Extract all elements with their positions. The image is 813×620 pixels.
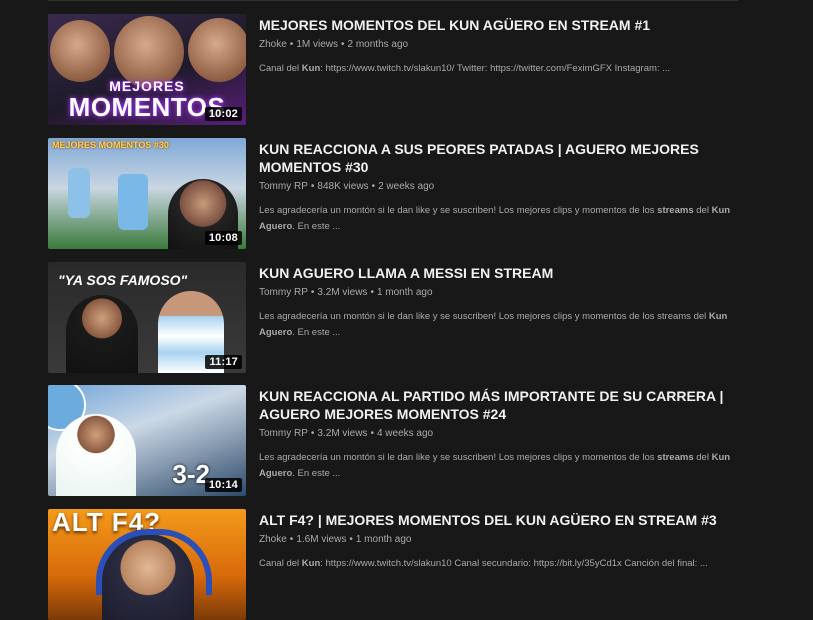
video-duration: 10:02 [204, 107, 242, 121]
view-count: 848K views [317, 181, 369, 192]
desc-text: . En este ... [292, 221, 341, 232]
video-info: KUN AGUERO LLAMA A MESSI EN STREAM Tommy… [259, 264, 737, 341]
thumbnail-text: MEJORES MOMENTOS #30 [52, 140, 169, 150]
meta-separator: • [310, 287, 315, 298]
video-result[interactable]: ALT F4? ALT F4? | MEJORES MOMENTOS DEL K… [48, 509, 738, 620]
desc-text: Les agradecería un montón si le dan like… [259, 452, 658, 463]
desc-text: : https://www.twitch.tv/slakun10/ Twitte… [320, 63, 671, 74]
meta-separator: • [341, 39, 345, 50]
thumbnail-face [188, 18, 246, 82]
thumbnail-player [68, 168, 90, 218]
meta-separator: • [370, 428, 374, 439]
channel-name[interactable]: Zhoke [259, 39, 287, 50]
desc-highlight: streams [657, 205, 694, 216]
meta-separator: • [371, 181, 376, 192]
video-meta: Tommy RP • 848K views • 2 weeks ago [259, 180, 737, 193]
upload-age: 1 month ago [376, 287, 433, 298]
thumbnail-person [56, 414, 136, 496]
video-info: MEJORES MOMENTOS DEL KUN AGÜERO EN STREA… [259, 16, 737, 77]
meta-separator: • [289, 39, 294, 50]
video-title[interactable]: ALT F4? | MEJORES MOMENTOS DEL KUN AGÜER… [259, 511, 737, 529]
video-meta: Zhoke • 1M views • 2 months ago [259, 38, 737, 51]
top-divider [48, 0, 738, 1]
channel-name[interactable]: Zhoke [259, 534, 287, 545]
video-duration: 10:14 [204, 478, 242, 492]
meta-separator: • [310, 428, 315, 439]
video-info: KUN REACCIONA A SUS PEORES PATADAS | AGU… [259, 140, 737, 235]
video-description: Canal del Kun: https://www.twitch.tv/sla… [259, 61, 737, 77]
view-count: 1.6M views [296, 534, 347, 545]
video-result[interactable]: MEJORES MOMENTOS 10:02 MEJORES MOMENTOS … [48, 14, 738, 125]
video-info: ALT F4? | MEJORES MOMENTOS DEL KUN AGÜER… [259, 511, 737, 572]
view-count: 3.2M views [317, 428, 368, 439]
view-count: 3.2M views [317, 287, 368, 298]
upload-age: 2 months ago [347, 39, 409, 50]
desc-text: : https://www.twitch.tv/slakun10 Canal s… [320, 558, 708, 569]
video-meta: Tommy RP • 3.2M views • 1 month ago [259, 286, 737, 299]
video-thumbnail[interactable]: "YA SOS FAMOSO" 11:17 [48, 262, 246, 373]
upload-age: 2 weeks ago [378, 181, 435, 192]
thumbnail-text: "YA SOS FAMOSO" [58, 272, 188, 288]
meta-separator: • [310, 181, 315, 192]
video-title[interactable]: MEJORES MOMENTOS DEL KUN AGÜERO EN STREA… [259, 16, 737, 34]
headset-icon [96, 529, 212, 595]
video-info: KUN REACCIONA AL PARTIDO MÁS IMPORTANTE … [259, 387, 737, 482]
upload-age: 4 weeks ago [376, 428, 434, 439]
desc-text: Canal del [259, 63, 302, 74]
desc-highlight: Kun [301, 63, 321, 74]
desc-text: . En este ... [292, 327, 341, 338]
video-duration: 10:08 [204, 231, 242, 245]
video-result[interactable]: MEJORES MOMENTOS #30 10:08 KUN REACCIONA… [48, 138, 738, 249]
channel-name[interactable]: Tommy RP [259, 428, 308, 439]
video-title[interactable]: KUN AGUERO LLAMA A MESSI EN STREAM [259, 264, 737, 282]
video-description: Canal del Kun: https://www.twitch.tv/sla… [259, 556, 737, 572]
thumbnail-face [50, 20, 110, 82]
video-meta: Tommy RP • 3.2M views • 4 weeks ago [259, 427, 737, 440]
desc-text: Les agradecería un montón si le dan like… [259, 311, 709, 322]
desc-text: del [693, 205, 712, 216]
meta-separator: • [370, 287, 374, 298]
channel-name[interactable]: Tommy RP [259, 181, 308, 192]
video-description: Les agradecería un montón si le dan like… [259, 203, 737, 235]
video-thumbnail[interactable]: MEJORES MOMENTOS 10:02 [48, 14, 246, 125]
thumbnail-image: ALT F4? [48, 509, 246, 620]
video-title[interactable]: KUN REACCIONA AL PARTIDO MÁS IMPORTANTE … [259, 387, 737, 423]
video-title[interactable]: KUN REACCIONA A SUS PEORES PATADAS | AGU… [259, 140, 737, 176]
desc-text: Les agradecería un montón si le dan like… [259, 205, 658, 216]
desc-text: del [693, 452, 712, 463]
channel-name[interactable]: Tommy RP [259, 287, 308, 298]
video-description: Les agradecería un montón si le dan like… [259, 309, 737, 341]
thumbnail-player [118, 174, 148, 230]
desc-text: Canal del [259, 558, 302, 569]
video-duration: 11:17 [205, 355, 242, 369]
video-thumbnail[interactable]: MEJORES MOMENTOS #30 10:08 [48, 138, 246, 249]
video-result[interactable]: "YA SOS FAMOSO" 11:17 KUN AGUERO LLAMA A… [48, 262, 738, 373]
video-result[interactable]: 3-2 10:14 KUN REACCIONA AL PARTIDO MÁS I… [48, 385, 738, 496]
video-thumbnail[interactable]: ALT F4? [48, 509, 246, 620]
desc-text: . En este ... [292, 468, 341, 479]
video-meta: Zhoke • 1.6M views • 1 month ago [259, 533, 737, 546]
meta-separator: • [289, 534, 294, 545]
thumbnail-person [66, 295, 138, 373]
desc-highlight: Kun [301, 558, 321, 569]
meta-separator: • [349, 534, 353, 545]
view-count: 1M views [296, 39, 338, 50]
upload-age: 1 month ago [355, 534, 412, 545]
video-description: Les agradecería un montón si le dan like… [259, 450, 737, 482]
video-thumbnail[interactable]: 3-2 10:14 [48, 385, 246, 496]
desc-highlight: streams [657, 452, 694, 463]
